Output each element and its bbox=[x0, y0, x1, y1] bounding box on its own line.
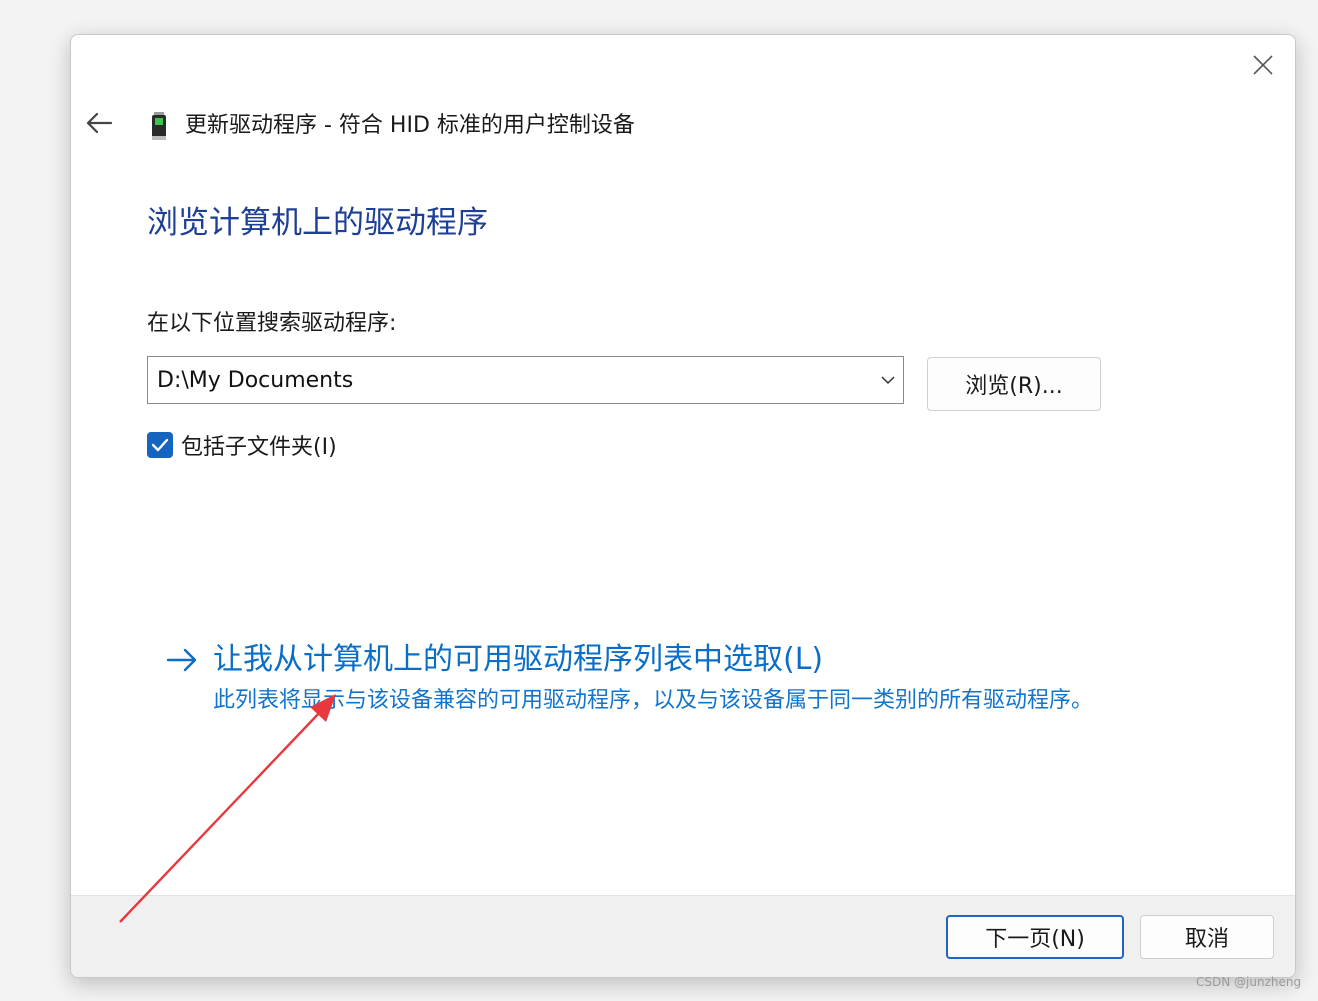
include-subfolders-label: 包括子文件夹(I) bbox=[181, 435, 337, 460]
pick-from-list-description: 此列表将显示与该设备兼容的可用驱动程序，以及与该设备属于同一类别的所有驱动程序。 bbox=[213, 688, 1094, 713]
chevron-down-icon bbox=[881, 375, 895, 384]
dialog-footer: 下一页(N) 取消 bbox=[71, 895, 1295, 977]
arrow-left-icon bbox=[86, 112, 113, 134]
update-driver-dialog: 更新驱动程序 - 符合 HID 标准的用户控制设备 浏览计算机上的驱动程序 在以… bbox=[70, 34, 1296, 978]
checkmark-icon bbox=[151, 438, 169, 452]
cancel-button[interactable]: 取消 bbox=[1140, 915, 1274, 959]
arrow-right-icon bbox=[166, 648, 197, 672]
path-combobox[interactable]: D:\My Documents bbox=[147, 356, 904, 404]
back-button[interactable] bbox=[83, 107, 115, 139]
dropdown-toggle[interactable] bbox=[873, 357, 903, 403]
browse-button[interactable]: 浏览(R)... bbox=[927, 357, 1101, 411]
include-subfolders-checkbox[interactable] bbox=[147, 432, 173, 458]
include-subfolders-option[interactable]: 包括子文件夹(I) bbox=[147, 429, 337, 461]
next-button[interactable]: 下一页(N) bbox=[946, 915, 1124, 959]
close-icon bbox=[1253, 55, 1273, 75]
usb-device-icon bbox=[152, 112, 166, 140]
path-value: D:\My Documents bbox=[157, 367, 354, 393]
search-location-label: 在以下位置搜索驱动程序: bbox=[147, 311, 397, 336]
pick-from-list-link[interactable]: 让我从计算机上的可用驱动程序列表中选取(L) bbox=[213, 640, 823, 680]
page-title: 浏览计算机上的驱动程序 bbox=[147, 205, 488, 241]
window-title: 更新驱动程序 - 符合 HID 标准的用户控制设备 bbox=[185, 113, 635, 138]
watermark: CSDN @junzheng bbox=[1196, 975, 1302, 989]
close-button[interactable] bbox=[1241, 47, 1285, 83]
